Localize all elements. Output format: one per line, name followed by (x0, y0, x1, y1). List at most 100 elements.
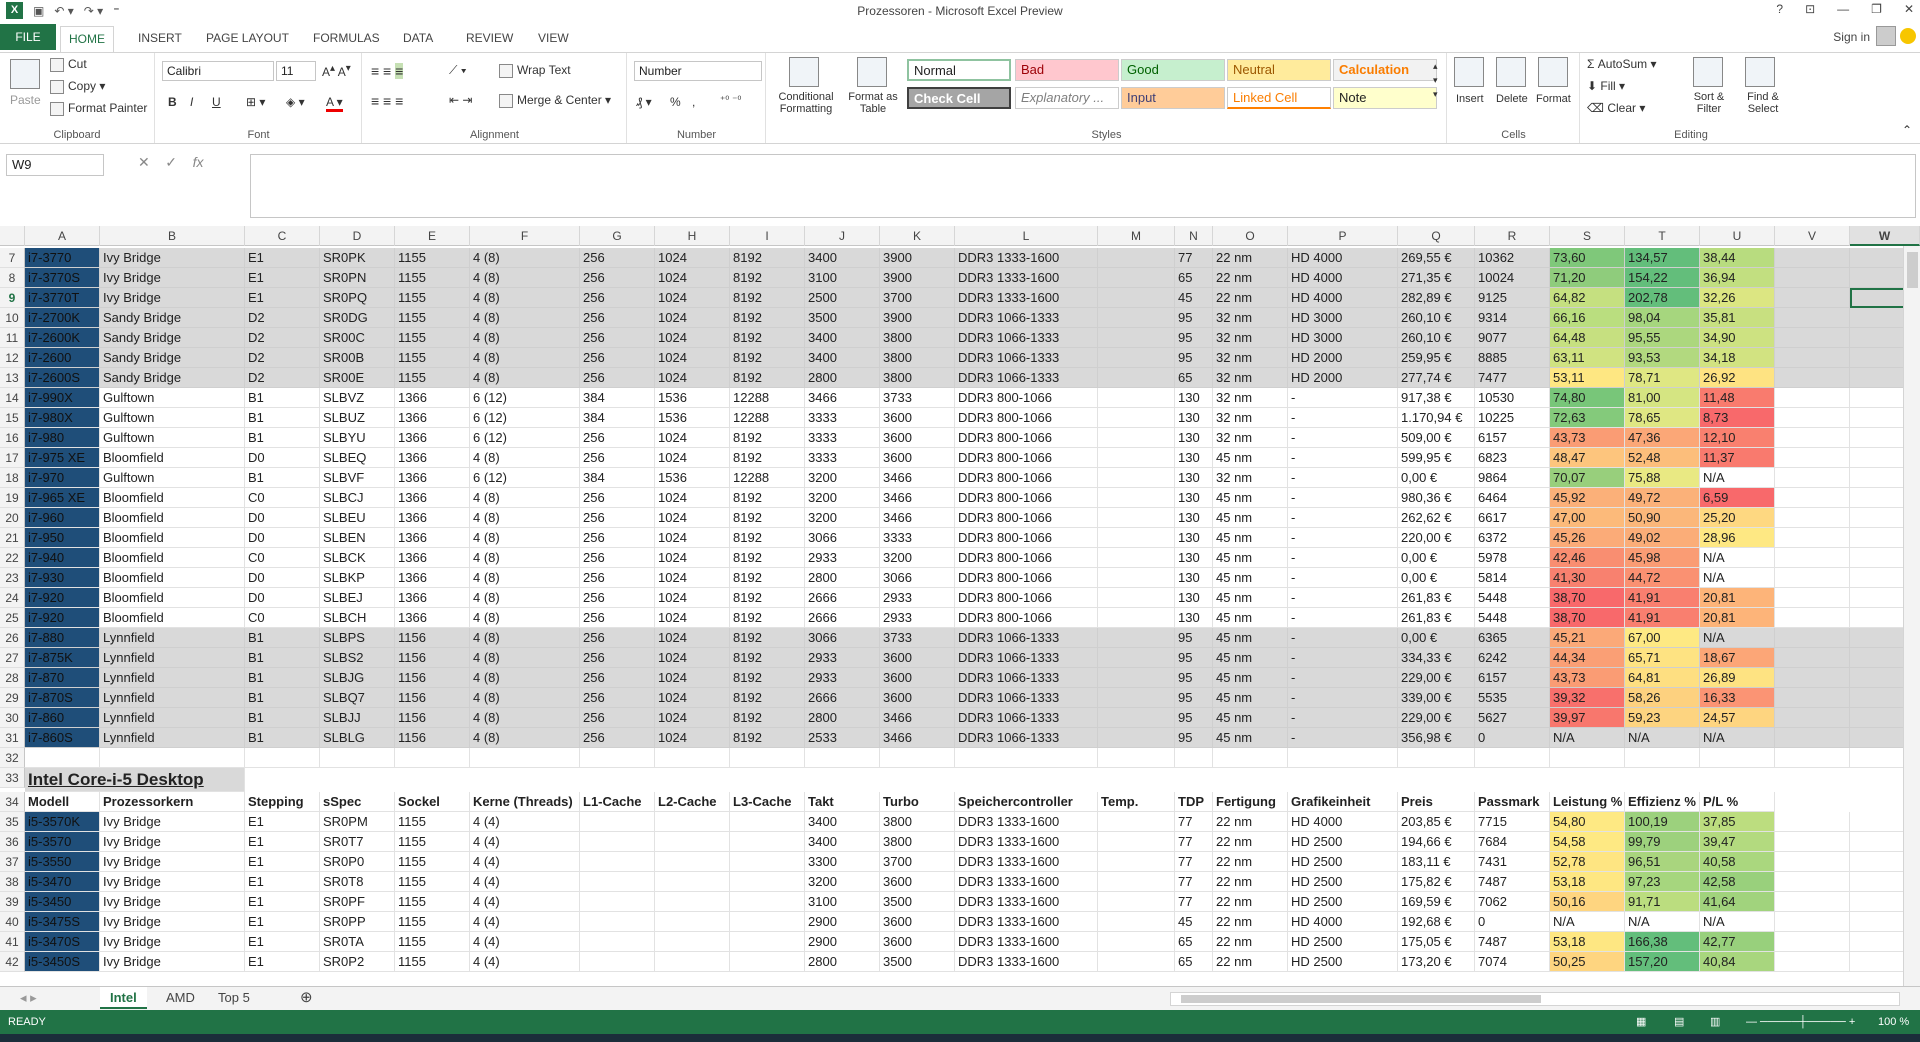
cell[interactable]: E1 (245, 912, 320, 932)
decimal-icon[interactable]: ⁺⁰ ⁻⁰ (720, 95, 741, 106)
cell[interactable]: DDR3 800-1066 (955, 588, 1098, 608)
cell[interactable]: 3900 (880, 308, 955, 328)
cell[interactable] (1098, 648, 1175, 668)
column-title[interactable]: Grafikeinheit (1288, 792, 1398, 812)
cell[interactable] (1775, 648, 1850, 668)
cell[interactable]: 3333 (805, 428, 880, 448)
cell[interactable]: DDR3 1066-1333 (955, 648, 1098, 668)
cell[interactable]: 3466 (880, 728, 955, 748)
cell[interactable]: 8192 (730, 368, 805, 388)
cell[interactable] (730, 952, 805, 972)
cell[interactable]: 75,88 (1625, 468, 1700, 488)
cell[interactable]: 4 (8) (470, 668, 580, 688)
cell[interactable]: 130 (1175, 608, 1213, 628)
cell[interactable]: SR00C (320, 328, 395, 348)
cell[interactable]: 1155 (395, 348, 470, 368)
cell[interactable] (1098, 912, 1175, 932)
delete-cells-button[interactable]: Delete (1496, 93, 1528, 105)
cell[interactable]: 22 nm (1213, 912, 1288, 932)
cell[interactable] (1775, 852, 1850, 872)
cell[interactable] (25, 748, 100, 768)
cell[interactable]: 6 (12) (470, 468, 580, 488)
cell[interactable] (1775, 488, 1850, 508)
row-header[interactable]: 7 (0, 248, 25, 268)
cell[interactable]: 47,36 (1625, 428, 1700, 448)
cell[interactable]: 6 (12) (470, 388, 580, 408)
cell[interactable]: 256 (580, 308, 655, 328)
cell[interactable]: 3800 (880, 328, 955, 348)
cell[interactable]: 45 (1175, 288, 1213, 308)
row-header[interactable]: 24 (0, 588, 25, 608)
cell[interactable]: 1366 (395, 388, 470, 408)
help-icon[interactable]: ? (1776, 2, 1783, 16)
cell[interactable] (1098, 608, 1175, 628)
sheet-tab-intel[interactable]: Intel (100, 987, 147, 1009)
cell[interactable]: 260,10 € (1398, 308, 1475, 328)
cell[interactable]: 32 nm (1213, 408, 1288, 428)
column-header-J[interactable]: J (805, 226, 880, 246)
cell[interactable] (580, 892, 655, 912)
cell[interactable]: - (1288, 708, 1398, 728)
cell[interactable]: 130 (1175, 408, 1213, 428)
column-header-R[interactable]: R (1475, 226, 1550, 246)
cell[interactable] (730, 812, 805, 832)
cell[interactable]: 3700 (880, 288, 955, 308)
cell[interactable]: 1155 (395, 288, 470, 308)
cell[interactable] (580, 832, 655, 852)
cell[interactable]: Sandy Bridge (100, 308, 245, 328)
style-normal[interactable]: Normal (907, 59, 1011, 81)
column-header-O[interactable]: O (1213, 226, 1288, 246)
cell[interactable] (1775, 508, 1850, 528)
row-header[interactable]: 10 (0, 308, 25, 328)
cell[interactable]: DDR3 1333-1600 (955, 852, 1098, 872)
cell[interactable]: 3466 (880, 488, 955, 508)
cell[interactable]: 5627 (1475, 708, 1550, 728)
cell[interactable]: 1024 (655, 268, 730, 288)
cell[interactable]: SLBQ7 (320, 688, 395, 708)
cell[interactable]: 0,00 € (1398, 548, 1475, 568)
cell[interactable]: Ivy Bridge (100, 912, 245, 932)
cell[interactable] (1775, 528, 1850, 548)
cell[interactable]: 1024 (655, 488, 730, 508)
cell[interactable]: - (1288, 528, 1398, 548)
cell[interactable]: B1 (245, 708, 320, 728)
cell[interactable]: 3800 (880, 368, 955, 388)
cell[interactable]: 3733 (880, 628, 955, 648)
cell[interactable]: 28,96 (1700, 528, 1775, 548)
cell[interactable] (1775, 628, 1850, 648)
cell[interactable]: DDR3 800-1066 (955, 468, 1098, 488)
zoom-slider[interactable]: — ─────┼───── + (1746, 1010, 1855, 1034)
cell[interactable] (1098, 368, 1175, 388)
cell[interactable]: HD 2500 (1288, 852, 1398, 872)
cell[interactable]: 1366 (395, 488, 470, 508)
cell[interactable]: Lynnfield (100, 648, 245, 668)
cell[interactable]: 2933 (805, 668, 880, 688)
cell[interactable]: 4 (8) (470, 688, 580, 708)
cell[interactable]: i7-870 (25, 668, 100, 688)
cell[interactable]: 4 (4) (470, 832, 580, 852)
cell[interactable]: SR0DG (320, 308, 395, 328)
cell[interactable]: HD 2500 (1288, 872, 1398, 892)
cell[interactable]: DDR3 800-1066 (955, 548, 1098, 568)
column-title[interactable]: Speichercontroller (955, 792, 1098, 812)
cell[interactable]: N/A (1700, 628, 1775, 648)
row-header[interactable]: 8 (0, 268, 25, 288)
cell[interactable]: E1 (245, 872, 320, 892)
cell[interactable] (1550, 748, 1625, 768)
row-header[interactable]: 20 (0, 508, 25, 528)
cell[interactable]: 4 (8) (470, 708, 580, 728)
cell[interactable]: i7-920 (25, 608, 100, 628)
middle-align-icon[interactable]: ≡ (395, 63, 404, 79)
cell[interactable]: 282,89 € (1398, 288, 1475, 308)
cell[interactable]: Bloomfield (100, 488, 245, 508)
percent-button[interactable]: % (670, 95, 681, 109)
cell[interactable]: 81,00 (1625, 388, 1700, 408)
cell[interactable]: 70,07 (1550, 468, 1625, 488)
cell[interactable]: SR0P2 (320, 952, 395, 972)
cell[interactable]: Bloomfield (100, 608, 245, 628)
cell[interactable]: 1155 (395, 912, 470, 932)
cell[interactable]: DDR3 1066-1333 (955, 728, 1098, 748)
cell[interactable]: 93,53 (1625, 348, 1700, 368)
cell[interactable]: 8192 (730, 348, 805, 368)
cell[interactable]: 256 (580, 588, 655, 608)
